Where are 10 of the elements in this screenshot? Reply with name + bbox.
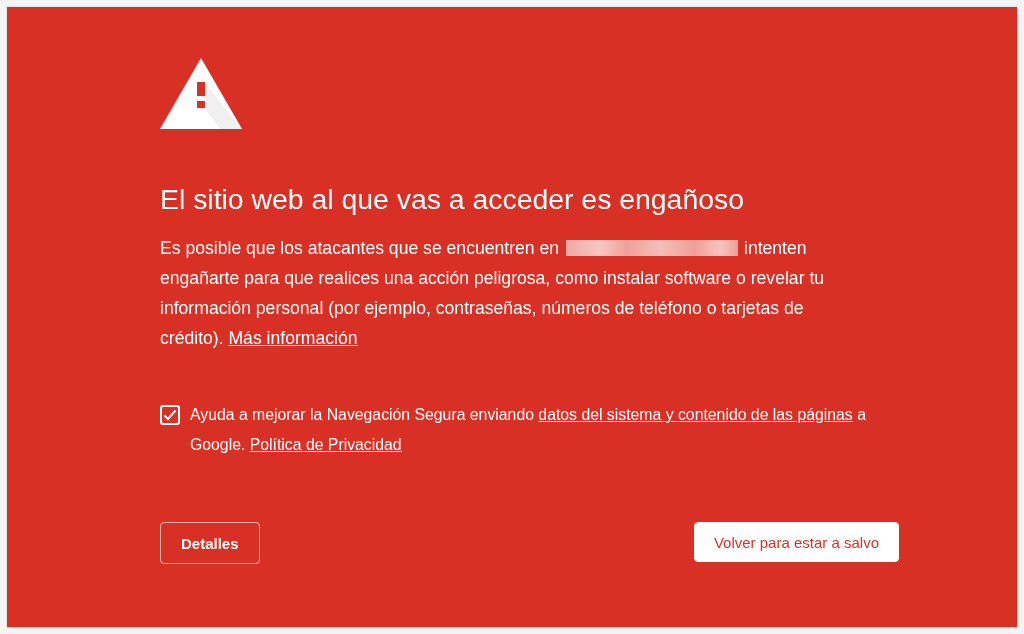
warning-icon [160,58,242,129]
privacy-policy-link[interactable]: Política de Privacidad [249,436,402,453]
back-to-safety-button[interactable]: Volver para estar a salvo [693,522,899,562]
system-data-link[interactable]: datos del sistema y contenido de las páginas [538,406,853,423]
details-button[interactable]: Detalles [160,522,260,564]
consent-text: Ayuda a mejorar la Navegación Segura enviando datos del sistema y contenido de las páginas a Google. Política de Privacidad [190,405,867,455]
warning-message: Es posible que los atacantes que se encuentren en intenten engañarte para que realices una acción peligrosa, como instalar software o revelar tu información personal (por ejemplo, contraseñas, números de teléfono o tarjetas de crédito). Más información [160,237,826,350]
page-heading: El sitio web al que vas a acceder es engañoso [160,182,744,216]
checkbox[interactable] [160,405,180,425]
more-info-link[interactable]: Más información [228,328,358,348]
